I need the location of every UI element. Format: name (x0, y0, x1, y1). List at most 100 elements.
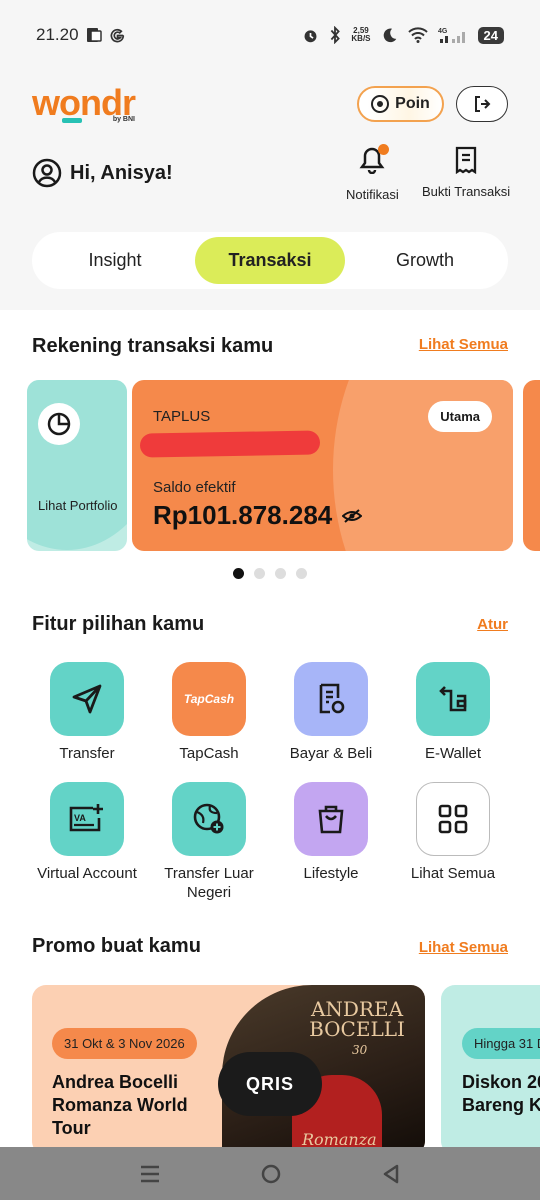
qris-button[interactable]: QRIS (218, 1052, 322, 1116)
pie-chart-icon (38, 403, 80, 445)
feature-lihat-semua[interactable]: Lihat Semua (392, 782, 514, 883)
feature-transfer[interactable]: Transfer (26, 662, 148, 763)
bag-icon (318, 805, 344, 834)
account-name: TAPLUS (153, 408, 211, 425)
poster-artist: ANDREA BOCELLI (309, 997, 405, 1041)
feature-e-wallet[interactable]: E-Wallet (392, 662, 514, 763)
poin-label: Poin (395, 95, 430, 112)
carousel-dots (233, 568, 307, 579)
feature-label: Lifestyle (303, 865, 359, 882)
tapcash-tile: TapCash (172, 662, 246, 736)
tab-transaksi[interactable]: Transaksi (195, 237, 345, 284)
signal-icon: 4G (438, 28, 465, 43)
tapcash-icon: TapCash (183, 692, 235, 706)
bell-wrap (359, 144, 390, 177)
receipt-icon (455, 146, 477, 174)
portfolio-label: Lihat Portfolio (38, 498, 118, 513)
notification-button[interactable]: Notifikasi (346, 144, 399, 202)
account-card-taplus[interactable]: TAPLUS Utama Saldo efektif Rp101.878.284 (132, 380, 513, 551)
poin-icon (371, 95, 390, 113)
e-wallet-tile (416, 662, 490, 736)
next-account-card[interactable] (523, 380, 540, 551)
feature-label: Bayar & Beli (289, 745, 373, 762)
accounts-see-all-link[interactable]: Lihat Semua (419, 336, 508, 353)
alarm-icon (304, 29, 317, 42)
va-badge: VA (74, 813, 86, 823)
promo-date-badge: Hingga 31 Des (462, 1028, 540, 1059)
promo-title-text: Andrea Bocelli Romanza World Tour (52, 1072, 188, 1138)
poster-30: 30 (352, 1043, 368, 1057)
globe-icon (193, 803, 224, 834)
network-type: 4G (438, 28, 448, 35)
logo-sub: by BNI (112, 116, 135, 123)
logo-accent (62, 118, 82, 123)
tab-growth[interactable]: Growth (350, 237, 500, 284)
feature-virtual-account[interactable]: VA Virtual Account (26, 782, 148, 883)
bluetooth-icon (331, 26, 341, 44)
feature-label: E-Wallet (424, 745, 482, 762)
saldo-value: Rp101.878.284 (153, 500, 333, 530)
wondr-logo: wondr by BNI (32, 82, 136, 124)
home-icon[interactable] (260, 1163, 282, 1185)
saldo-label: Saldo efektif (153, 479, 236, 496)
lihat-semua-tile (416, 782, 490, 856)
carousel-dot[interactable] (296, 568, 307, 579)
send-icon (72, 684, 102, 714)
lifestyle-tile (294, 782, 368, 856)
home-tabs: Insight Transaksi Growth (32, 232, 508, 289)
feature-label: Transfer (59, 745, 115, 762)
grid-icon (438, 804, 468, 834)
feature-label: Virtual Account (37, 865, 137, 882)
bukti-label: Bukti Transaksi (422, 184, 511, 199)
bill-icon (319, 683, 345, 714)
menu-icon[interactable] (139, 1164, 161, 1184)
greeting-text: Hi, Anisya! (70, 161, 173, 184)
va-tile: VA (50, 782, 124, 856)
promo-date-badge: 31 Okt & 3 Nov 2026 (52, 1028, 197, 1059)
promo-card-diskon[interactable]: Hingga 31 Des Diskon 20% Makan Bareng Ke… (441, 985, 540, 1155)
battery-indicator: 24 (477, 26, 504, 44)
transfer-luar-negeri-tile (172, 782, 246, 856)
features-edit-link[interactable]: Atur (477, 616, 508, 633)
promo-title-text: Diskon 20% Makan Bareng Keluarga (462, 1072, 540, 1115)
logout-icon (475, 96, 491, 112)
logout-button[interactable] (456, 86, 508, 122)
status-bar: 21.20 2,59 KB/S 4G 24 (0, 0, 540, 70)
feature-transfer-luar-negeri[interactable]: Transfer Luar Negeri (148, 782, 270, 902)
bukti-transaksi-button[interactable]: Bukti Transaksi (422, 146, 510, 199)
primary-tag: Utama (428, 401, 492, 432)
moon-icon (383, 28, 396, 42)
poin-button[interactable]: Poin (357, 86, 444, 122)
system-nav-bar (0, 1147, 540, 1200)
feature-lifestyle[interactable]: Lifestyle (270, 782, 392, 883)
va-icon: VA (69, 804, 103, 832)
feature-label: Transfer Luar Negeri (164, 865, 254, 901)
feature-label: TapCash (179, 745, 239, 762)
tab-insight[interactable]: Insight (40, 237, 190, 284)
redacted-account-number (139, 430, 321, 458)
bayar-beli-tile (294, 662, 368, 736)
wallet-icon (439, 686, 467, 712)
promo-title: Promo buat kamu (32, 935, 201, 957)
back-icon[interactable] (381, 1163, 401, 1185)
hide-balance-icon[interactable] (342, 508, 363, 524)
carousel-dot[interactable] (233, 568, 244, 579)
carousel-dot[interactable] (254, 568, 265, 579)
features-title: Fitur pilihan kamu (32, 613, 205, 635)
wifi-icon (407, 27, 428, 43)
transfer-tile (50, 662, 124, 736)
google-icon (110, 28, 124, 42)
network-speed: 2,59 KB/S (351, 26, 371, 43)
notif-label: Notifikasi (346, 187, 399, 202)
carousel-dot[interactable] (275, 568, 286, 579)
user-icon (32, 158, 62, 188)
feature-label: Lihat Semua (410, 865, 496, 882)
greeting: Hi, Anisya! (32, 158, 173, 188)
screenshot-icon (86, 28, 102, 42)
portfolio-card[interactable]: Lihat Portfolio (27, 380, 127, 551)
clock: 21.20 (36, 25, 79, 44)
notification-badge (378, 144, 390, 155)
promo-see-all-link[interactable]: Lihat Semua (419, 939, 508, 956)
feature-bayar-beli[interactable]: Bayar & Beli (270, 662, 392, 763)
feature-tapcash[interactable]: TapCash TapCash (148, 662, 270, 763)
